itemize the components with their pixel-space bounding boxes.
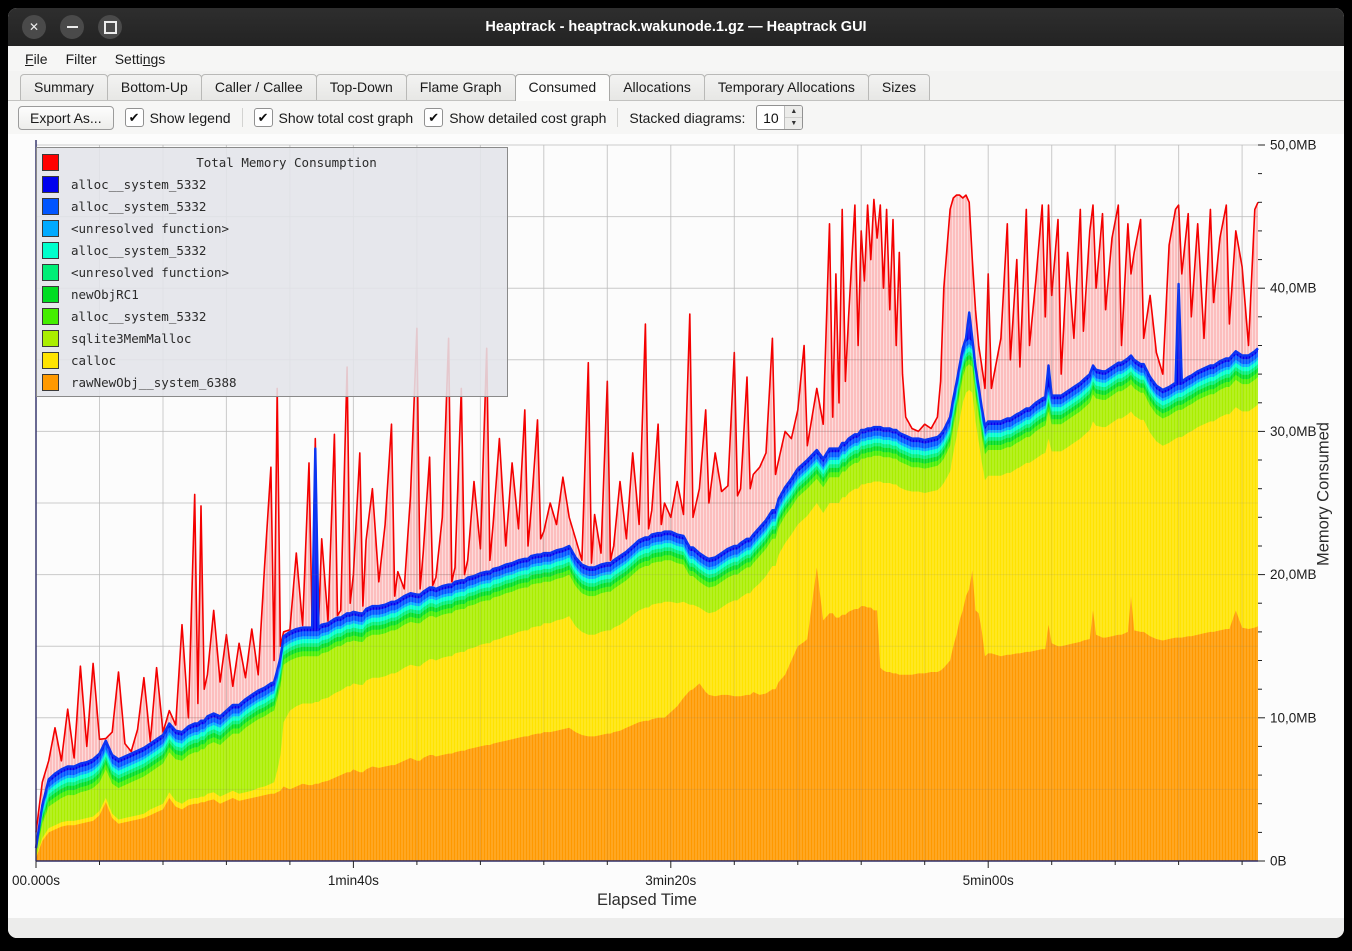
show-total-cost-checkbox[interactable]: ✔ Show total cost graph (254, 108, 414, 127)
svg-text:5min00s: 5min00s (963, 873, 1014, 888)
legend-label: alloc__system_5332 (71, 309, 206, 324)
svg-text:00.000s: 00.000s (12, 873, 60, 888)
checkbox-check-icon[interactable]: ✔ (254, 108, 273, 127)
stacked-diagrams-value[interactable]: 10 (757, 106, 784, 129)
titlebar: ✕ Heaptrack - heaptrack.wakunode.1.gz — … (8, 8, 1344, 46)
show-legend-label: Show legend (150, 110, 231, 126)
svg-text:20,0MB: 20,0MB (1270, 567, 1317, 582)
legend-swatch-icon (42, 374, 59, 391)
minimize-icon[interactable] (60, 15, 84, 39)
y-axis-title: Memory Consumed (1315, 422, 1334, 566)
tabbar: Summary Bottom-Up Caller / Callee Top-Do… (8, 71, 1344, 101)
tab-bottom-up[interactable]: Bottom-Up (107, 74, 202, 100)
legend-swatch-icon (42, 352, 59, 369)
legend-item: alloc__system_5332 (37, 195, 507, 217)
statusbar (8, 916, 1344, 938)
toolbar-separator (242, 108, 243, 127)
legend-item: newObjRC1 (37, 283, 507, 305)
legend-label: alloc__system_5332 (71, 243, 206, 258)
tab-flame-graph[interactable]: Flame Graph (406, 74, 516, 100)
window-title: Heaptrack - heaptrack.wakunode.1.gz — He… (8, 19, 1344, 35)
tab-consumed[interactable]: Consumed (515, 74, 611, 101)
legend-swatch-icon (42, 286, 59, 303)
app-window: ✕ Heaptrack - heaptrack.wakunode.1.gz — … (8, 8, 1344, 938)
legend-label: alloc__system_5332 (71, 177, 206, 192)
legend-item: alloc__system_5332 (37, 305, 507, 327)
menubar: File Filter Settings (8, 46, 1344, 71)
menu-settings[interactable]: Settings (106, 48, 175, 70)
tab-temporary-allocations[interactable]: Temporary Allocations (704, 74, 869, 100)
legend-swatch-icon (42, 330, 59, 347)
legend-swatch-icon (42, 154, 59, 171)
legend-item: calloc (37, 349, 507, 371)
checkbox-check-icon[interactable]: ✔ (424, 108, 443, 127)
menu-filter[interactable]: Filter (57, 48, 106, 70)
legend-item: alloc__system_5332 (37, 239, 507, 261)
legend-label: Total Memory Consumption (71, 155, 502, 170)
export-as-button[interactable]: Export As... (18, 106, 114, 130)
legend-item: <unresolved function> (37, 217, 507, 239)
spinner-up-icon[interactable]: ▲ (785, 106, 802, 118)
svg-text:10,0MB: 10,0MB (1270, 710, 1317, 725)
legend-label: alloc__system_5332 (71, 199, 206, 214)
svg-text:50,0MB: 50,0MB (1270, 138, 1317, 153)
legend-item: <unresolved function> (37, 261, 507, 283)
stacked-diagrams-spinner[interactable]: 10 ▲ ▼ (756, 105, 803, 130)
stacked-diagrams-label: Stacked diagrams: (629, 110, 745, 126)
toolbar-separator (617, 108, 618, 127)
toolbar: Export As... ✔ Show legend ✔ Show total … (8, 101, 1344, 134)
chart-area: 0B 10,0MB 20,0MB 30,0MB 40,0MB 50,0MB 00.000s 1… (8, 134, 1344, 916)
legend-item: rawNewObj__system_6388 (37, 371, 507, 393)
legend-swatch-icon (42, 220, 59, 237)
legend-label: calloc (71, 353, 116, 368)
legend-label: newObjRC1 (71, 287, 139, 302)
legend-label: sqlite3MemMalloc (71, 331, 191, 346)
tab-allocations[interactable]: Allocations (609, 74, 705, 100)
window-controls: ✕ (22, 15, 122, 39)
legend-label: <unresolved function> (71, 265, 229, 280)
show-detailed-cost-label: Show detailed cost graph (449, 110, 606, 126)
legend-item: alloc__system_5332 (37, 173, 507, 195)
legend-item: Total Memory Consumption (37, 151, 507, 173)
show-detailed-cost-checkbox[interactable]: ✔ Show detailed cost graph (424, 108, 606, 127)
tab-caller-callee[interactable]: Caller / Callee (201, 74, 317, 100)
maximize-icon[interactable] (98, 15, 122, 39)
tab-sizes[interactable]: Sizes (868, 74, 930, 100)
spinner-down-icon[interactable]: ▼ (785, 118, 802, 129)
show-total-cost-label: Show total cost graph (279, 110, 414, 126)
legend-swatch-icon (42, 198, 59, 215)
legend-label: rawNewObj__system_6388 (71, 375, 237, 390)
tab-summary[interactable]: Summary (20, 74, 108, 100)
svg-text:3min20s: 3min20s (645, 873, 696, 888)
legend-swatch-icon (42, 264, 59, 281)
legend-item: sqlite3MemMalloc (37, 327, 507, 349)
svg-text:0B: 0B (1270, 854, 1287, 869)
svg-text:40,0MB: 40,0MB (1270, 281, 1317, 296)
svg-text:30,0MB: 30,0MB (1270, 424, 1317, 439)
x-axis-title: Elapsed Time (36, 891, 1258, 910)
tab-top-down[interactable]: Top-Down (316, 74, 407, 100)
spinner-buttons: ▲ ▼ (784, 106, 802, 129)
svg-text:1min40s: 1min40s (328, 873, 379, 888)
legend-swatch-icon (42, 308, 59, 325)
checkbox-check-icon[interactable]: ✔ (125, 108, 144, 127)
legend-label: <unresolved function> (71, 221, 229, 236)
legend-swatch-icon (42, 176, 59, 193)
close-icon[interactable]: ✕ (22, 15, 46, 39)
chart-legend: Total Memory Consumption alloc__system_53… (36, 147, 508, 397)
menu-file[interactable]: File (16, 48, 57, 70)
show-legend-checkbox[interactable]: ✔ Show legend (125, 108, 231, 127)
legend-swatch-icon (42, 242, 59, 259)
